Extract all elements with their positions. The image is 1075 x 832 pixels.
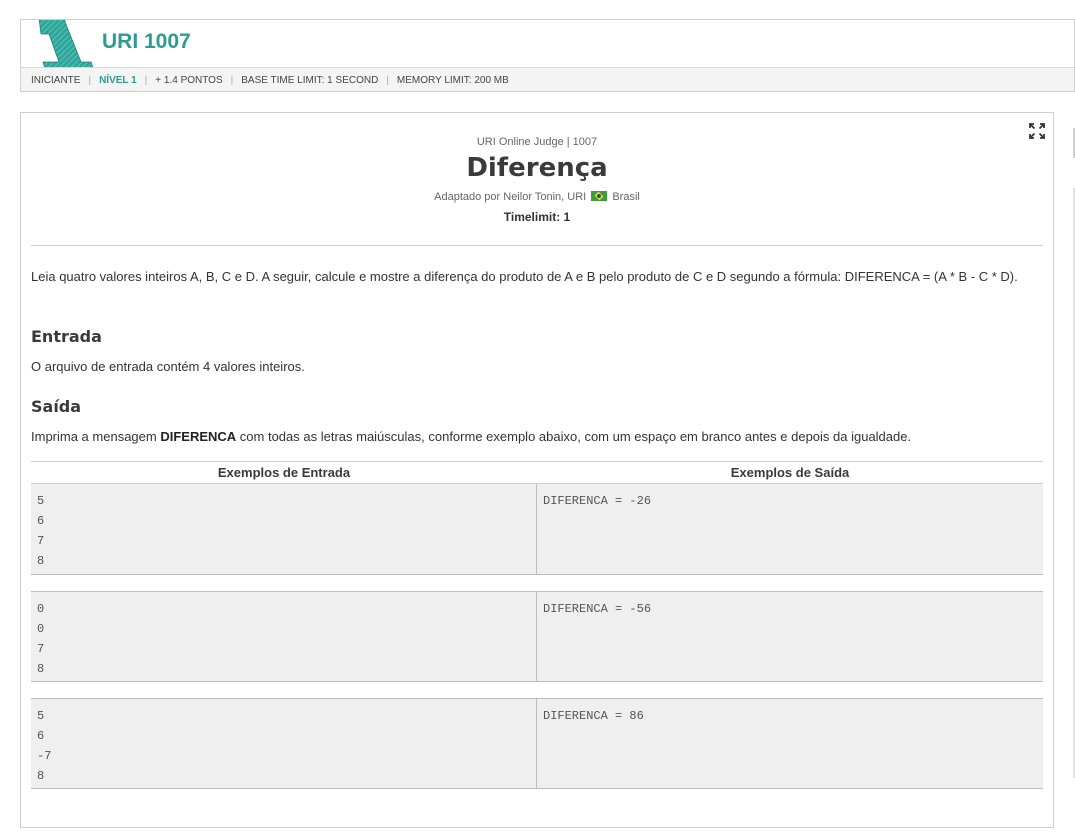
points-label: + 1.4 PONTOS <box>155 74 223 86</box>
base-time-limit-label: BASE TIME LIMIT: 1 SECOND <box>241 74 379 86</box>
example-input: 5 6 -7 8 <box>31 699 537 788</box>
output-examples-header: Exemplos de Saída <box>730 465 850 480</box>
input-examples-header: Exemplos de Entrada <box>217 465 351 480</box>
output-text-after: com todas as letras maiúsculas, conforme… <box>236 429 912 444</box>
separator: | <box>386 74 389 86</box>
example-input: 0 0 7 8 <box>31 592 537 681</box>
problem-meta-bar: INICIANTE | NÍVEL 1 | + 1.4 PONTOS | BAS… <box>21 67 1074 91</box>
author-line: Adaptado por Neilor Tonin, URI Brasil <box>21 191 1053 203</box>
example-output: DIFERENCA = 86 <box>543 709 644 723</box>
example-input: 5 6 7 8 <box>31 484 537 574</box>
examples-table: Exemplos de Entrada Exemplos de Saída 5 … <box>31 461 1043 789</box>
memory-limit-label: MEMORY LIMIT: 200 MB <box>396 74 509 86</box>
author-text: Adaptado por Neilor Tonin, URI <box>434 191 587 203</box>
output-section-title: Saída <box>31 397 82 416</box>
input-section-text: O arquivo de entrada contém 4 valores in… <box>31 359 305 374</box>
problem-code: URI 1007 <box>102 30 191 53</box>
output-text-before: Imprima a mensagem <box>31 429 161 444</box>
example-row: 0 0 7 8 DIFERENCA = -56 <box>31 591 1043 682</box>
separator: | <box>230 74 234 86</box>
example-output: DIFERENCA = -56 <box>543 602 652 616</box>
brazil-flag-icon <box>591 191 608 201</box>
problem-description: Leia quatro valores inteiros A, B, C e D… <box>31 269 1018 284</box>
page-title: Diferença <box>466 153 608 183</box>
example-output: DIFERENCA = -26 <box>543 494 652 508</box>
output-text-bold: DIFERENCA <box>160 429 237 444</box>
input-section-title: Entrada <box>31 327 102 346</box>
output-section-text: Imprima a mensagem DIFERENCA com todas a… <box>31 429 1045 444</box>
level-label[interactable]: NÍVEL 1 <box>99 75 137 86</box>
problem-statement: URI Online Judge | 1007 Diferença Adapta… <box>20 112 1054 828</box>
problem-header: URI 1007 INICIANTE | NÍVEL 1 | + 1.4 PON… <box>20 19 1075 92</box>
example-row: 5 6 7 8 DIFERENCA = -26 <box>31 484 1043 575</box>
timelimit: Timelimit: 1 <box>503 210 571 224</box>
header-top: URI 1007 <box>21 20 1074 68</box>
category-label[interactable]: INICIANTE <box>31 75 80 86</box>
separator: | <box>88 74 92 86</box>
example-gap <box>31 682 1043 698</box>
divider <box>31 245 1043 246</box>
country-name: Brasil <box>612 191 640 203</box>
uri-logo-icon <box>38 20 94 68</box>
judge-line: URI Online Judge | 1007 <box>476 136 598 148</box>
separator: | <box>144 74 148 86</box>
examples-header: Exemplos de Entrada Exemplos de Saída <box>31 461 1043 484</box>
example-row: 5 6 -7 8 DIFERENCA = 86 <box>31 698 1043 789</box>
example-gap <box>31 575 1043 591</box>
